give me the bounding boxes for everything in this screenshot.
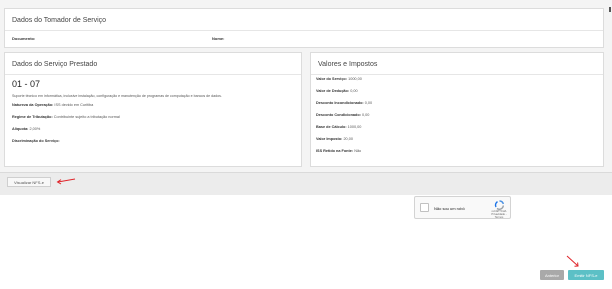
valor-value: 0,00 — [362, 113, 370, 117]
recaptcha-widget: Não sou um robô reCAPTCHA Privacidade - … — [414, 196, 511, 219]
valor-value: Não — [354, 149, 362, 153]
regime-value: Contribuinte sujeito a tributação normal — [53, 115, 120, 119]
valor-row: Valor do Serviço: 1000,00 — [316, 77, 362, 81]
valor-row: Valor Imposto: 20,00 — [316, 137, 353, 141]
documento-label: Documento: — [12, 36, 36, 41]
annotation-arrow-icon — [56, 178, 76, 185]
service-description: Suporte técnico em informática, inclusiv… — [12, 94, 222, 98]
valor-value: 20,00 — [343, 137, 353, 141]
emitir-nfse-button[interactable]: Emitir NFS-e — [568, 270, 604, 280]
discriminacao-row: Discriminação do Serviço: — [12, 139, 60, 143]
tomador-title: Dados do Tomador de Serviço — [5, 9, 603, 31]
recaptcha-brand: reCAPTCHA Privacidade - Termos — [487, 210, 511, 219]
action-bar — [0, 172, 612, 195]
valor-label: Valor Imposto: — [316, 137, 343, 141]
recaptcha-logo-icon — [494, 200, 504, 210]
anterior-button[interactable]: Anterior — [540, 270, 564, 280]
tomador-panel: Dados do Tomador de Serviço Documento: N… — [4, 8, 604, 48]
servico-title: Dados do Serviço Prestado — [5, 53, 301, 75]
aliquota-row: Alíquota: 2,00% — [12, 127, 40, 131]
valores-title: Valores e Impostos — [311, 53, 603, 75]
recaptcha-label: Não sou um robô — [434, 206, 465, 211]
annotation-arrow-icon — [566, 255, 579, 267]
valor-row: Desconto Incondicionado: 0,00 — [316, 101, 372, 105]
recaptcha-links[interactable]: Privacidade - Termos — [487, 213, 511, 219]
aliquota-label: Alíquota: — [12, 127, 29, 131]
valor-value: 0,00 — [364, 101, 373, 105]
valores-panel: Valores e Impostos Valor do Serviço: 100… — [310, 52, 604, 167]
servico-panel: Dados do Serviço Prestado 01 - 07 Suport… — [4, 52, 302, 167]
valor-label: Valor do Serviço: — [316, 77, 348, 81]
valor-label: Valor de Dedução: — [316, 89, 350, 93]
valor-value: 1000,00 — [348, 77, 362, 81]
natureza-value: ISS devido em Curitiba — [54, 103, 94, 107]
valor-row: ISS Retido na Fonte: Não — [316, 149, 361, 153]
natureza-row: Natureza da Operação: ISS devido em Curi… — [12, 103, 93, 107]
valor-label: Desconto Incondicionado: — [316, 101, 364, 105]
valor-value: 0,00 — [350, 89, 358, 93]
nome-label: Nome: — [212, 36, 225, 41]
valor-label: ISS Retido na Fonte: — [316, 149, 354, 153]
edge-mark — [609, 7, 611, 12]
regime-label: Regime de Tributação: — [12, 115, 53, 119]
aliquota-value: 2,00% — [29, 127, 41, 131]
valor-label: Desconto Condicionado: — [316, 113, 361, 117]
valor-row: Valor de Dedução: 0,00 — [316, 89, 358, 93]
recaptcha-checkbox[interactable] — [420, 203, 429, 212]
valor-row: Base de Cálculo: 1000,00 — [316, 125, 361, 129]
valor-row: Desconto Condicionado: 0,00 — [316, 113, 369, 117]
natureza-label: Natureza da Operação: — [12, 103, 54, 107]
valor-label: Base de Cálculo: — [316, 125, 347, 129]
regime-row: Regime de Tributação: Contribuinte sujei… — [12, 115, 120, 119]
service-code: 01 - 07 — [12, 79, 41, 89]
discriminacao-label: Discriminação do Serviço: — [12, 139, 60, 143]
valor-value: 1000,00 — [347, 125, 362, 129]
visualizar-nfse-button[interactable]: Visualizar NFS-e — [7, 177, 51, 187]
